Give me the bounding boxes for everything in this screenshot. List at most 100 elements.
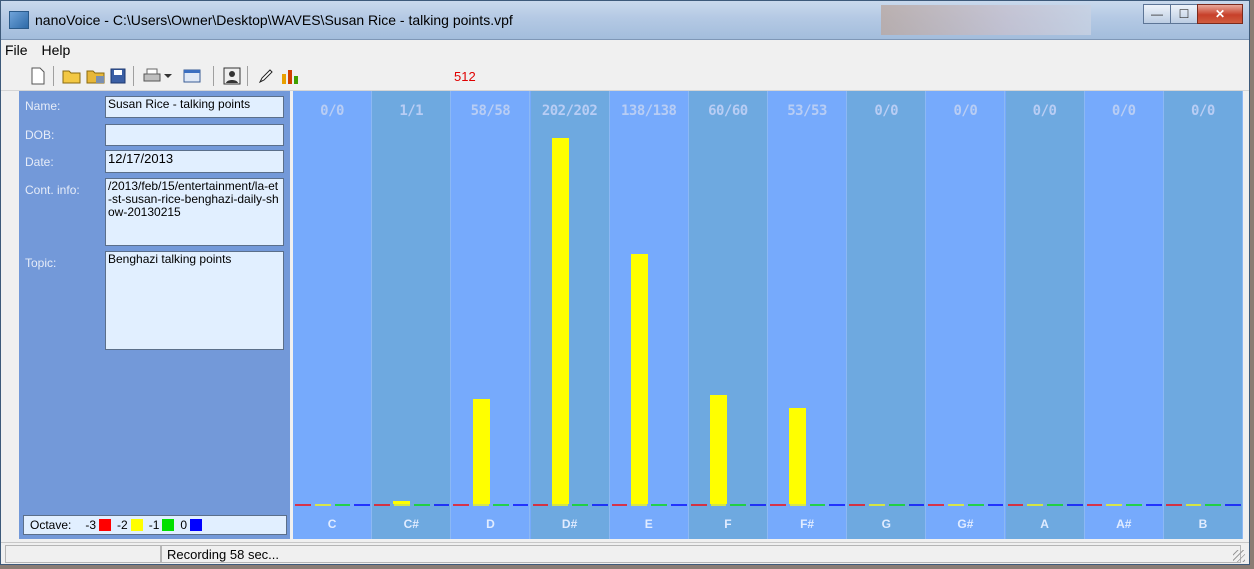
chart-column: 53/53 F# [768, 91, 848, 539]
baseline-segment [1165, 504, 1182, 506]
contact-info-field[interactable]: /2013/feb/15/entertainment/la-et-st-susa… [105, 178, 284, 246]
baseline-segment [611, 504, 628, 506]
baseline-segment [314, 504, 331, 506]
note-label: B [1198, 517, 1208, 531]
menu-help[interactable]: Help [37, 40, 76, 58]
edit-pen-icon[interactable] [255, 66, 277, 86]
baseline-segment [1146, 504, 1162, 506]
date-field[interactable]: 12/17/2013 [105, 150, 284, 173]
contact-info-label: Cont. info: [25, 183, 80, 197]
save-icon[interactable] [107, 66, 129, 86]
title-bar[interactable]: nanoVoice - C:\Users\Owner\Desktop\WAVES… [1, 1, 1249, 40]
status-text: Recording 58 sec... [167, 547, 280, 562]
chart-column: 0/0 B [1163, 91, 1243, 539]
baseline-segment [631, 504, 648, 506]
note-label: C [327, 517, 337, 531]
baseline-segment [334, 504, 351, 506]
minimize-button[interactable]: — [1143, 4, 1171, 24]
new-file-icon[interactable] [27, 66, 49, 86]
note-bar [472, 398, 490, 504]
chart-column: 60/60 F [688, 91, 768, 539]
app-window: nanoVoice - C:\Users\Owner\Desktop\WAVES… [0, 0, 1250, 565]
menu-file[interactable]: File [1, 40, 34, 58]
baseline-segment [849, 504, 865, 506]
baseline-segment [948, 504, 964, 506]
chart-column: 0/0 A# [1085, 91, 1164, 539]
baseline-segment [888, 504, 905, 506]
baseline-segment [750, 504, 766, 506]
profile-icon[interactable] [221, 66, 243, 86]
baseline-segment [789, 504, 806, 506]
column-count-label: 0/0 [320, 103, 344, 119]
close-button[interactable]: ✕ [1197, 4, 1243, 24]
note-bar [551, 138, 569, 504]
baseline-segment [829, 504, 846, 506]
baseline-segment [413, 504, 430, 506]
baseline-segment [473, 504, 489, 506]
chart-column: 0/0 A [1005, 91, 1085, 539]
window-icon[interactable] [181, 66, 203, 86]
baseline-segment [374, 504, 390, 506]
octave-item-label: -3 [85, 518, 97, 532]
window-title: nanoVoice - C:\Users\Owner\Desktop\WAVES… [35, 12, 513, 28]
baseline-segment [1205, 504, 1222, 506]
toolbar-separator [247, 66, 248, 86]
chart-column: 202/202 D# [530, 91, 610, 539]
bar-chart-icon[interactable] [279, 66, 301, 86]
print-icon[interactable] [141, 66, 163, 86]
chart-column: 138/138 E [610, 91, 689, 539]
note-label: G# [957, 517, 974, 531]
baseline-segment [295, 504, 311, 506]
toolbar-separator [53, 66, 54, 86]
octave-swatch [162, 519, 175, 531]
baseline-segment [393, 504, 410, 506]
status-cell-empty [5, 545, 161, 563]
resize-grip[interactable] [1233, 550, 1245, 562]
status-bar: Recording 58 sec... [1, 542, 1249, 564]
baseline-segment [532, 504, 549, 506]
note-label: D# [561, 517, 578, 531]
chart-column: 58/58 D [451, 91, 531, 539]
note-bar [789, 407, 807, 504]
column-count-label: 138/138 [620, 103, 677, 119]
chart-column: 1/1 C# [372, 91, 452, 539]
dropdown-arrow-icon[interactable] [161, 66, 175, 86]
open-recent-icon[interactable] [85, 66, 107, 86]
baseline-segment [671, 504, 687, 506]
dob-field[interactable] [105, 124, 284, 146]
note-bar [710, 395, 728, 504]
menu-bar: File Help [1, 40, 1249, 61]
column-count-label: 1/1 [399, 103, 424, 119]
baseline-segment [868, 504, 885, 506]
note-bar [393, 501, 411, 504]
octave-item-label: -2 [117, 518, 128, 532]
note-label: F# [800, 517, 815, 531]
sample-count: 512 [454, 69, 476, 84]
topic-field[interactable]: Benghazi talking points [105, 251, 284, 350]
baseline-segment [572, 504, 588, 506]
open-folder-icon[interactable] [61, 66, 83, 86]
chart-column: 0/0 G# [926, 91, 1006, 539]
column-count-label: 0/0 [953, 103, 978, 119]
note-label: F [724, 517, 732, 531]
app-icon [9, 11, 29, 29]
column-count-label: 0/0 [874, 103, 899, 119]
octave-item: -3 [85, 518, 112, 532]
dob-label: DOB: [25, 128, 55, 142]
baseline-segment [512, 504, 529, 506]
baseline-segment [710, 504, 727, 506]
baseline-segment [1106, 504, 1123, 506]
column-count-label: 202/202 [541, 103, 598, 119]
octave-swatch [190, 519, 203, 531]
baseline-segment [809, 504, 826, 506]
baseline-segment [987, 504, 1004, 506]
chart-column: 0/0 G [847, 91, 927, 539]
octave-item: -1 [149, 518, 175, 532]
maximize-button[interactable]: ☐ [1170, 4, 1198, 24]
column-count-label: 0/0 [1032, 103, 1057, 119]
baseline-segment [730, 504, 747, 506]
title-bar-reflection [881, 5, 1091, 35]
note-label: A# [1116, 517, 1132, 531]
name-field[interactable]: Susan Rice - talking points [105, 96, 284, 118]
baseline-segment [1086, 504, 1103, 506]
